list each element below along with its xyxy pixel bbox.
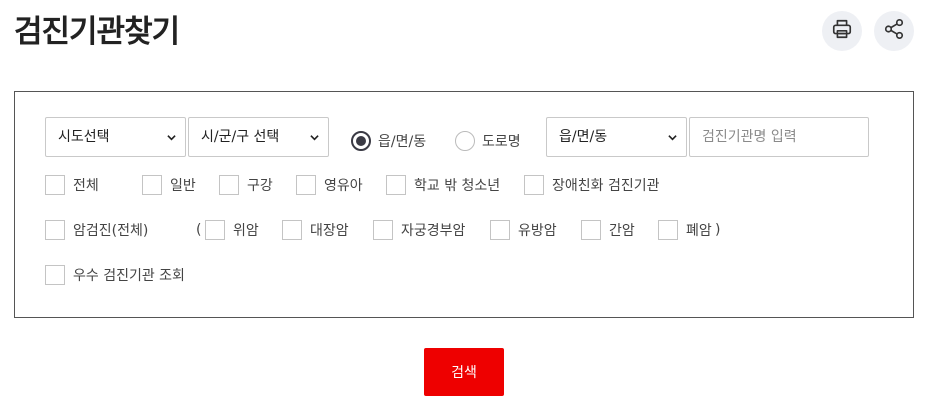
checkbox-cancer-all-label: 암검진(전체) [73,223,149,239]
checkbox-general-label: 일반 [170,178,196,194]
checkbox-breast-cancer[interactable]: 유방암 [490,219,557,241]
checkbox-lung-cancer[interactable]: 폐암 [658,219,712,241]
radio-doromyeong[interactable]: 도로명 [455,129,521,153]
search-filter-panel: 시도선택 시/군/구 선택 읍/면/동 도로명 읍/면/동 전체 일반 구강 [14,91,914,318]
checkbox-cervical-cancer-label: 자궁경부암 [401,223,466,239]
checkbox-disability-friendly[interactable]: 장애친화 검진기관 [524,174,660,196]
radio-eupmyeondong[interactable]: 읍/면/동 [351,129,426,153]
checkbox-breast-cancer-box[interactable] [490,220,510,240]
checkbox-cancer-all[interactable]: 암검진(전체) [45,219,148,241]
checkbox-stomach-cancer-box[interactable] [205,220,225,240]
radio-doromyeong-label: 도로명 [482,134,521,150]
checkbox-general-box[interactable] [142,175,162,195]
checkbox-out-of-school-youth-box[interactable] [386,175,406,195]
checkbox-breast-cancer-label: 유방암 [518,223,557,239]
sigungu-select-value: 시/군/구 선택 [201,129,280,145]
cancer-close-paren: ) [715,222,721,238]
checkbox-lung-cancer-box[interactable] [658,220,678,240]
checkbox-all-label: 전체 [73,178,99,194]
radio-eupmyeondong-label: 읍/면/동 [378,134,427,150]
checkbox-all[interactable]: 전체 [45,174,99,196]
checkbox-infant-label: 영유아 [324,178,363,194]
checkbox-cancer-all-box[interactable] [45,220,65,240]
radio-doromyeong-indicator[interactable] [455,131,475,151]
chevron-down-icon [310,133,319,142]
checkbox-all-box[interactable] [45,175,65,195]
chevron-down-icon [167,133,176,142]
cancer-open-paren: ( [196,222,202,238]
checkbox-dental[interactable]: 구강 [219,174,273,196]
checkbox-infant-box[interactable] [296,175,316,195]
checkbox-out-of-school-youth-label: 학교 밖 청소년 [414,178,501,194]
checkbox-infant[interactable]: 영유아 [296,174,363,196]
checkbox-disability-friendly-box[interactable] [524,175,544,195]
printer-icon [831,18,853,44]
checkbox-stomach-cancer[interactable]: 위암 [205,219,259,241]
dong-select-value: 읍/면/동 [559,129,608,145]
institution-name-input[interactable] [689,117,869,157]
checkbox-dental-box[interactable] [219,175,239,195]
checkbox-dental-label: 구강 [247,178,273,194]
checkbox-liver-cancer-label: 간암 [609,223,635,239]
checkbox-liver-cancer-box[interactable] [581,220,601,240]
checkbox-liver-cancer[interactable]: 간암 [581,219,635,241]
page-title: 검진기관찾기 [14,14,180,50]
checkbox-excellent-institution-label: 우수 검진기관 조회 [73,268,185,284]
checkbox-general[interactable]: 일반 [142,174,196,196]
share-button[interactable] [874,11,914,51]
checkbox-out-of-school-youth[interactable]: 학교 밖 청소년 [386,174,500,196]
sigungu-select[interactable]: 시/군/구 선택 [188,117,329,157]
sido-select[interactable]: 시도선택 [45,117,186,157]
checkbox-excellent-institution[interactable]: 우수 검진기관 조회 [45,264,185,286]
radio-eupmyeondong-indicator[interactable] [351,131,371,151]
checkbox-stomach-cancer-label: 위암 [233,223,259,239]
checkbox-colorectal-cancer-box[interactable] [282,220,302,240]
checkbox-lung-cancer-label: 폐암 [686,223,712,239]
sido-select-value: 시도선택 [58,129,110,145]
search-button[interactable]: 검색 [424,348,504,396]
checkbox-colorectal-cancer[interactable]: 대장암 [282,219,349,241]
dong-select[interactable]: 읍/면/동 [546,117,687,157]
checkbox-disability-friendly-label: 장애친화 검진기관 [552,178,660,194]
checkbox-excellent-institution-box[interactable] [45,265,65,285]
print-button[interactable] [822,11,862,51]
checkbox-cervical-cancer[interactable]: 자궁경부암 [373,219,465,241]
checkbox-cervical-cancer-box[interactable] [373,220,393,240]
share-icon [883,18,905,44]
chevron-down-icon [668,133,677,142]
checkbox-colorectal-cancer-label: 대장암 [310,223,349,239]
